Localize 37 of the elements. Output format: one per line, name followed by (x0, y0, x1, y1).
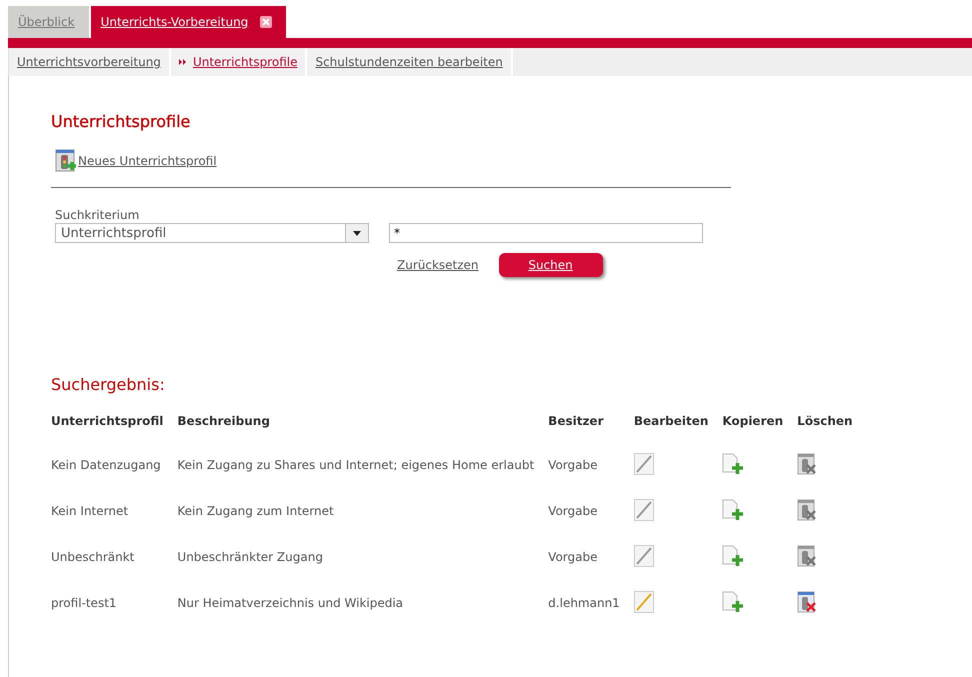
table-cell-text: Unbeschränkt (51, 549, 136, 566)
table-cell: Kein Zugang zu Shares und Internet; eigenes Home erlaubt (177, 442, 548, 488)
table-cell-text: Nur Heimatverzeichnis und Wikipedia (177, 595, 404, 612)
table-cell-text: Kein Internet (51, 503, 130, 520)
table-cell: Vorgabe (548, 534, 634, 580)
search-button[interactable]: Suchen (498, 253, 603, 277)
table-cell-text: Kein Datenzugang (51, 457, 162, 474)
column-header: Kopieren (722, 414, 784, 430)
table-cell: d.lehmann1 (548, 580, 634, 626)
copy-add-icon[interactable] (722, 498, 744, 520)
column-header: Bearbeiten (634, 414, 710, 430)
caret-icon (353, 230, 361, 236)
column-header: Besitzer (548, 414, 604, 430)
column-header: Beschreibung (177, 414, 271, 430)
profile-add-icon[interactable] (55, 149, 77, 173)
new-profile-link[interactable]: Neues Unterrichtsprofil (78, 154, 217, 168)
table-cell: Vorgabe (548, 488, 634, 534)
table-cell: Vorgabe (548, 442, 634, 488)
column-header: Unterrichtsprofil (51, 414, 164, 430)
criterion-dropdown[interactable]: Unterrichtsprofil (55, 223, 369, 243)
double-arrow-icon (178, 59, 187, 65)
table-cell: Kein Zugang zum Internet (177, 488, 548, 534)
delete-icon[interactable] (797, 590, 818, 612)
reset-link[interactable]: Zurücksetzen (397, 258, 479, 272)
copy-add-icon[interactable] (722, 590, 744, 612)
tab[interactable]: Unterrichts-Vorbereitung (90, 6, 286, 38)
results-heading: Suchergebnis: (51, 375, 166, 394)
column-header: Löschen (797, 414, 854, 430)
close-icon[interactable] (260, 16, 272, 28)
table-cell: Unbeschränkter Zugang (177, 534, 548, 580)
pencil-icon[interactable] (634, 590, 654, 612)
copy-add-icon[interactable] (722, 452, 744, 474)
page-heading: Unterrichtsprofile (51, 112, 192, 131)
search-field[interactable]: * (389, 223, 703, 243)
table-cell-text: profil-test1 (51, 595, 118, 612)
field-label: Suchkriterium (55, 208, 140, 222)
copy-add-icon[interactable] (722, 544, 744, 566)
